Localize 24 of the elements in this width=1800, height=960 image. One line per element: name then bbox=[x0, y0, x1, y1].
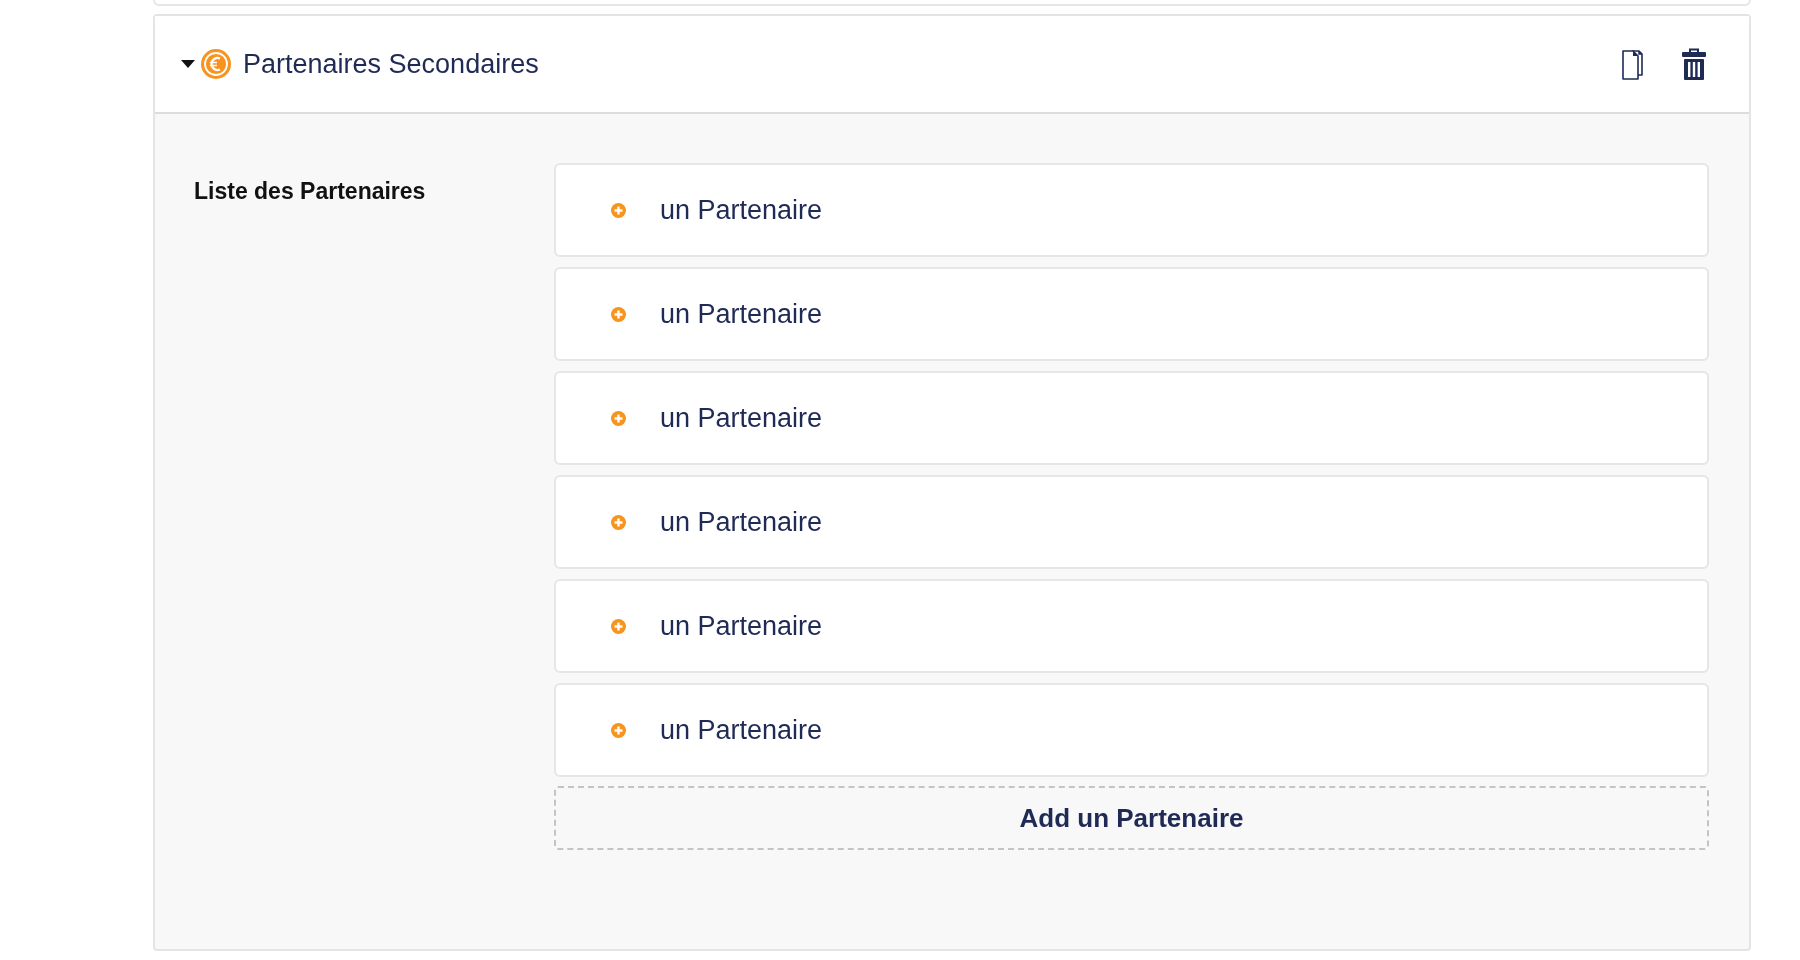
list-item[interactable]: un Partenaire bbox=[554, 163, 1709, 257]
euro-coin-icon bbox=[201, 49, 231, 79]
item-label: un Partenaire bbox=[660, 298, 823, 330]
field-label: Liste des Partenaires bbox=[194, 178, 426, 205]
panel-title: Partenaires Secondaires bbox=[243, 48, 539, 80]
plus-circle-icon bbox=[611, 514, 626, 530]
item-label: un Partenaire bbox=[660, 714, 823, 746]
list-item[interactable]: un Partenaire bbox=[554, 267, 1709, 361]
plus-circle-icon bbox=[611, 410, 626, 426]
plus-circle-icon bbox=[611, 202, 626, 218]
item-label: un Partenaire bbox=[660, 402, 823, 434]
add-button[interactable]: Add un Partenaire bbox=[554, 786, 1709, 850]
plus-circle-icon bbox=[611, 618, 626, 634]
plus-circle-icon bbox=[611, 722, 626, 738]
caret-icon[interactable] bbox=[181, 59, 195, 69]
item-label: un Partenaire bbox=[660, 610, 823, 642]
item-label: un Partenaire bbox=[660, 506, 823, 538]
list-item[interactable]: un Partenaire bbox=[554, 371, 1709, 465]
delete-button[interactable] bbox=[1682, 48, 1706, 80]
list-item[interactable]: un Partenaire bbox=[554, 579, 1709, 673]
item-label: un Partenaire bbox=[660, 194, 823, 226]
list-item[interactable]: un Partenaire bbox=[554, 683, 1709, 777]
plus-circle-icon bbox=[611, 306, 626, 322]
list-item[interactable]: un Partenaire bbox=[554, 475, 1709, 569]
